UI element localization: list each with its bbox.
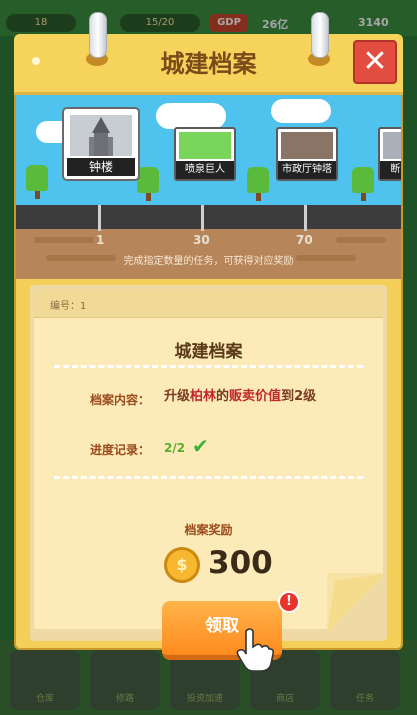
archive-title: 城建档案	[174, 342, 243, 362]
coin-icon: $	[164, 547, 200, 583]
building-icon	[383, 132, 401, 159]
timeline-tick-label: 1	[96, 233, 105, 247]
content-text: 升级	[164, 389, 191, 404]
brick	[336, 237, 386, 243]
pointer-hand-icon	[236, 628, 274, 671]
fountain-giant-icon	[179, 132, 231, 159]
pin-left-icon	[89, 12, 107, 58]
bell-tower-icon	[70, 115, 132, 156]
pin-right-icon	[311, 12, 329, 58]
archive-number: 编号：1	[50, 301, 87, 312]
content-text: 到2级	[281, 389, 317, 404]
tree-icon	[352, 167, 374, 193]
divider	[54, 365, 363, 368]
tree-icon	[26, 165, 48, 191]
timeline-tick	[98, 205, 101, 231]
tree-icon	[137, 167, 159, 193]
brick	[34, 237, 94, 243]
close-button[interactable]: ✕	[353, 40, 397, 84]
dialog-header: 城建档案 ✕	[14, 34, 403, 95]
cloud-icon	[271, 99, 331, 123]
progress-value: 2/2	[164, 441, 186, 455]
page-fold-icon	[327, 573, 387, 633]
archive-paper: 编号：1 城建档案 档案内容： 升级柏林的贩卖价值到2级 进度记录： 2/2 ✔…	[34, 289, 387, 671]
timeline-scene[interactable]: 钟楼 喷泉巨人 市政厅钟塔 断... 1 30 70 完成指定数量的任务，可获得…	[16, 95, 401, 279]
content-text: 的	[216, 389, 230, 404]
alert-badge-icon: !	[278, 591, 300, 613]
road	[16, 205, 401, 229]
content-highlight: 贩卖价值	[229, 389, 282, 404]
content-label: 档案内容：	[90, 393, 151, 407]
content-highlight: 柏林	[190, 389, 217, 404]
progress-label: 进度记录：	[90, 443, 151, 457]
timeline-item-next[interactable]: 断...	[378, 127, 401, 181]
timeline-item-label: 市政厅钟塔	[278, 161, 336, 179]
timeline-tick	[201, 205, 204, 231]
timeline-item-label: 钟楼	[67, 158, 135, 176]
tree-icon	[247, 167, 269, 193]
timeline-item-label: 喷泉巨人	[176, 161, 234, 179]
timeline-tick-label: 70	[296, 233, 313, 247]
timeline-item-bell-tower[interactable]: 钟楼	[64, 109, 138, 179]
reward-label: 档案奖励	[184, 523, 233, 537]
cloud-icon	[156, 103, 226, 129]
timeline-item-fountain[interactable]: 喷泉巨人	[174, 127, 236, 181]
dialog-title: 城建档案	[160, 50, 257, 78]
checkmark-icon: ✔	[192, 434, 209, 458]
archive-content: 升级柏林的贩卖价值到2级	[164, 387, 324, 407]
timeline-item-city-hall[interactable]: 市政厅钟塔	[276, 127, 338, 181]
timeline-hint: 完成指定数量的任务，可获得对应奖励	[123, 256, 294, 267]
timeline-item-label: 断...	[380, 161, 401, 179]
timeline-tick	[304, 205, 307, 231]
divider	[54, 476, 363, 479]
city-hall-icon	[281, 132, 333, 159]
archive-dialog: 城建档案 ✕ 钟楼 喷泉巨人 市政厅钟塔 断 1 30 70 完成指定数量的任务…	[14, 12, 403, 671]
archive-sheet: 编号：1 城建档案 档案内容： 升级柏林的贩卖价值到2级 进度记录： 2/2 ✔…	[30, 285, 387, 671]
timeline-tick-label: 30	[193, 233, 210, 247]
reward-value: 300	[208, 545, 273, 581]
archive-header: 编号：1	[34, 289, 383, 318]
